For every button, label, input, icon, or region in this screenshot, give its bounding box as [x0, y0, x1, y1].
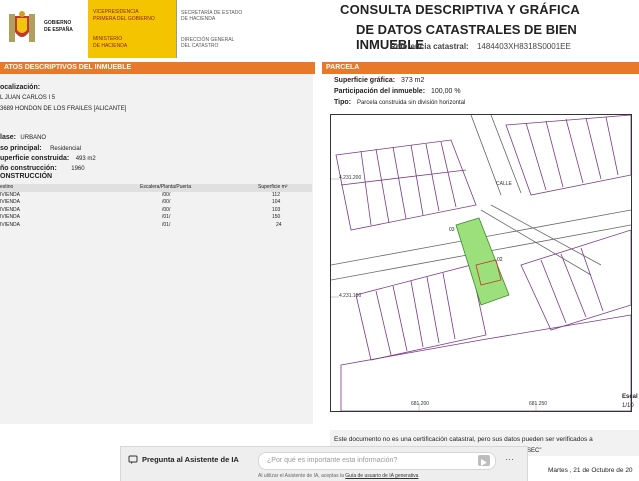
- col-destino: estino: [0, 184, 14, 190]
- cell-superficie: 103: [272, 206, 281, 213]
- parcel-surface-label: Superficie gráfica:: [334, 77, 396, 84]
- coord-y1: 4.231.200: [339, 175, 362, 181]
- cell-escalera: /00/: [162, 199, 171, 205]
- ai-question-input[interactable]: ¿Por qué es importante esta información?: [258, 452, 496, 470]
- col-superficie: Superficie m²: [258, 184, 288, 190]
- ministry-band: VICEPRESIDENCIA PRIMERA DEL GOBIERNO MIN…: [88, 0, 176, 58]
- vp-line1: VICEPRESIDENCIA: [93, 9, 139, 15]
- ai-placeholder: ¿Por qué es importante esta información?: [267, 457, 398, 464]
- participation-row: Participación del inmueble: 100,00 %: [334, 88, 461, 95]
- cadastral-map[interactable]: 4.231.200 4.231.150 681.200 681.250 CALL…: [330, 114, 632, 412]
- chat-icon: [128, 455, 138, 464]
- cell-escalera: /00/: [162, 206, 171, 213]
- more-options-icon[interactable]: ···: [505, 454, 514, 464]
- scale-value: 1/10: [622, 403, 634, 409]
- vp-line2: PRIMERA DEL GOBIERNO: [93, 16, 155, 22]
- coat-of-arms-icon: [9, 11, 35, 42]
- location-line1: L JUAN CARLOS I 5: [0, 95, 56, 101]
- table-row: IVIENDA /00/ 103: [0, 207, 312, 215]
- directorate-band: SECRETARÍA DE ESTADO DE HACIENDA DIRECCI…: [176, 0, 269, 58]
- min-line2: DE HACIENDA: [93, 43, 128, 49]
- location-line2: 3689 HONDON DE LOS FRAILES [ALICANTE]: [0, 106, 127, 112]
- location-label: ocalización:: [0, 84, 41, 91]
- cell-destino: IVIENDA: [0, 221, 21, 228]
- col-escalera: Escalera/Planta/Puerta: [140, 184, 192, 190]
- participation-value: 100,00 %: [430, 88, 461, 95]
- gov-line2: DE ESPAÑA: [44, 27, 73, 33]
- tipo-row: Tipo: Parcela construida sin división ho…: [334, 99, 465, 106]
- parcel-surface-value: 373 m2: [401, 77, 425, 84]
- cell-superficie: 150: [272, 214, 281, 220]
- ref-label: Referencia catastral:: [390, 42, 469, 51]
- ai-disclaimer: Al utilizar el Asistente de IA, aceptas …: [258, 473, 418, 479]
- cell-destino: IVIENDA: [0, 199, 21, 205]
- coord-y2: 4.231.150: [339, 293, 362, 299]
- table-row: IVIENDA /00/ 104: [0, 199, 312, 207]
- tipo-value: Parcela construida sin división horizont…: [356, 100, 466, 106]
- cell-escalera: /01/: [162, 214, 171, 220]
- construction-title: ONSTRUCCIÓN: [0, 173, 53, 180]
- section-bar-parcel: PARCELA: [322, 62, 639, 74]
- parcel-surface-row: Superficie gráfica: 373 m2: [334, 77, 424, 84]
- footer-note: Este documento no es una certificación c…: [334, 436, 593, 443]
- dir-line2: DEL CATASTRO: [181, 43, 219, 49]
- cell-destino: IVIENDA: [0, 191, 21, 198]
- footer-date: Martes , 21 de Octubre de 20: [548, 467, 633, 474]
- tipo-label: Tipo:: [334, 99, 351, 106]
- cell-destino: IVIENDA: [0, 206, 21, 213]
- gov-line1: GOBIERNO: [44, 20, 72, 26]
- cell-superficie: 112: [272, 191, 280, 198]
- construction-table: estino Escalera/Planta/Puerta Superficie…: [0, 184, 312, 229]
- map-legend-strip: Escal 1/10: [620, 114, 639, 434]
- table-row: IVIENDA /01/ 24: [0, 222, 312, 230]
- cell-destino: IVIENDA: [0, 214, 21, 220]
- ai-guide-link[interactable]: Guía de usuario de IA generativa: [345, 473, 418, 479]
- descriptive-panel: [0, 74, 313, 424]
- ref-value: 1484403XH8318S0001EE: [476, 42, 571, 51]
- footer-note2: SEC": [527, 448, 542, 454]
- cell-superficie: 104: [272, 199, 281, 205]
- table-row: IVIENDA /01/ 150: [0, 214, 312, 222]
- scale-label: Escal: [622, 394, 638, 400]
- cell-superficie: 24: [276, 221, 282, 228]
- participation-label: Participación del inmueble:: [334, 88, 426, 95]
- sec-line2: DE HACIENDA: [181, 16, 216, 22]
- cadastral-reference: Referencia catastral: 1484403XH8318S0001…: [390, 42, 571, 51]
- map-drawing: [330, 114, 632, 412]
- parcel-label-b: 02: [497, 257, 503, 263]
- cell-escalera: /01/: [162, 221, 171, 228]
- table-header-row: estino Escalera/Planta/Puerta Superficie…: [0, 184, 312, 192]
- parcel-label-a: 03: [449, 227, 455, 233]
- anio-value: 1960: [71, 166, 85, 172]
- cell-escalera: /00/: [162, 191, 171, 198]
- ai-assistant-label[interactable]: Pregunta al Asistente de IA: [142, 455, 239, 464]
- send-icon[interactable]: [478, 455, 490, 466]
- section-bar-descriptive: ATOS DESCRIPTIVOS DEL INMUEBLE: [0, 62, 315, 74]
- street-label: CALLE: [496, 181, 512, 187]
- min-line1: MINISTERIO: [93, 36, 123, 42]
- ai-disclaimer-text: Al utilizar el Asistente de IA, aceptas …: [258, 473, 346, 479]
- gov-logo: GOBIERNO DE ESPAÑA: [0, 0, 88, 58]
- page-title-line1: CONSULTA DESCRIPTIVA Y GRÁFICA: [340, 2, 581, 17]
- anio-label: ño construcción:: [0, 165, 57, 172]
- coord-x2: 681.250: [529, 401, 548, 407]
- coord-x1: 681.200: [411, 401, 430, 407]
- table-row: IVIENDA /00/ 112: [0, 192, 312, 200]
